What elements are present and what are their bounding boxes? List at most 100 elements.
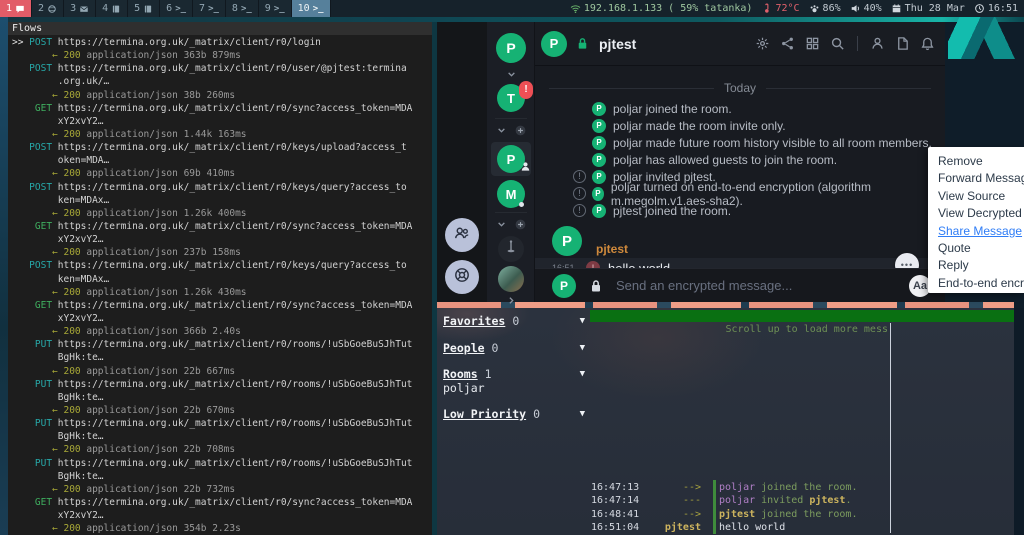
help-button[interactable] bbox=[445, 260, 479, 294]
collapse-triangle-icon: ▼ bbox=[580, 368, 585, 382]
room-avatar-t[interactable]: T ! bbox=[497, 84, 525, 112]
menu-item-forward-message[interactable]: Forward Message bbox=[938, 170, 1024, 187]
workspace-8[interactable]: 8>_ bbox=[226, 0, 259, 17]
flow-request[interactable]: GET https://termina.org.uk/_matrix/clien… bbox=[12, 496, 432, 509]
share-icon[interactable] bbox=[780, 36, 795, 51]
room-avatar-m[interactable]: M bbox=[497, 180, 525, 208]
event-list: Ppoljar joined the room.Ppoljar made the… bbox=[535, 100, 945, 219]
log-line: 16:47:14---poljar invited pjtest. bbox=[591, 494, 891, 507]
gear-icon[interactable] bbox=[755, 36, 770, 51]
user-avatar[interactable]: P bbox=[496, 33, 526, 63]
workspace-list: 123456>_7>_8>_9>_10>_ bbox=[0, 0, 331, 17]
room-avatar-mic[interactable] bbox=[498, 236, 524, 262]
buffer-section-header[interactable]: Rooms1▼ bbox=[443, 368, 585, 382]
workspace-10[interactable]: 10>_ bbox=[292, 0, 331, 17]
http-method: PUT bbox=[29, 339, 58, 350]
menu-item-end-to-end-encry[interactable]: End-to-end encry bbox=[938, 275, 1024, 292]
log-prefix: --> bbox=[645, 508, 701, 521]
sender-avatar[interactable]: P bbox=[552, 226, 582, 256]
flow-request[interactable]: POST https://termina.org.uk/_matrix/clie… bbox=[12, 141, 432, 154]
room-avatar[interactable]: P bbox=[541, 31, 567, 57]
flow-request[interactable]: >> POST https://termina.org.uk/_matrix/c… bbox=[12, 36, 432, 49]
flow-request[interactable]: POST https://termina.org.uk/_matrix/clie… bbox=[12, 181, 432, 194]
workspace-5[interactable]: 5 bbox=[128, 0, 160, 17]
request-url-continued: oken=MDA… bbox=[12, 155, 109, 166]
menu-item-view-decrypted-s[interactable]: View Decrypted S bbox=[938, 205, 1024, 222]
menu-item-share-message[interactable]: Share Message bbox=[938, 223, 1024, 240]
wallpaper-strip-left bbox=[0, 17, 8, 535]
composer-avatar: P bbox=[552, 274, 576, 298]
flow-request-wrap: .org.uk/… bbox=[12, 75, 432, 88]
menu-item-remove[interactable]: Remove bbox=[938, 153, 1024, 170]
buffer-section-title: Low Priority0 bbox=[443, 408, 540, 422]
http-method: GET bbox=[29, 300, 58, 311]
menu-item-quote[interactable]: Quote bbox=[938, 240, 1024, 257]
section-controls bbox=[487, 124, 535, 142]
workspace-1[interactable]: 1 bbox=[0, 0, 32, 17]
member-icon[interactable] bbox=[870, 36, 885, 51]
add-room-icon[interactable] bbox=[514, 218, 527, 236]
flow-response: ← 200 application/json 1.26k 400ms bbox=[12, 207, 432, 220]
people-button[interactable] bbox=[445, 218, 479, 252]
buffer-section-header[interactable]: Favorites0▼ bbox=[443, 315, 585, 329]
chevron-down-icon[interactable] bbox=[495, 124, 508, 142]
room-avatar-p-selected[interactable]: P bbox=[491, 142, 531, 176]
flow-request[interactable]: PUT https://termina.org.uk/_matrix/clien… bbox=[12, 457, 432, 470]
buffer-item[interactable]: poljar bbox=[443, 382, 585, 396]
response-meta: application/json 22b 708ms bbox=[81, 444, 235, 455]
workspace-4[interactable]: 4 bbox=[96, 0, 128, 17]
section-label: Low Priority bbox=[443, 407, 526, 421]
message-time: 16:51 bbox=[552, 263, 586, 268]
divider-line bbox=[766, 88, 931, 89]
flow-request[interactable]: GET https://termina.org.uk/_matrix/clien… bbox=[12, 299, 432, 312]
menu-item-view-source[interactable]: View Source bbox=[938, 188, 1024, 205]
request-url: https://termina.org.uk/_matrix/client/r0… bbox=[58, 379, 413, 390]
selection-marker bbox=[12, 379, 29, 390]
room-avatar-photo[interactable] bbox=[498, 266, 524, 292]
status-wifi: 192.168.1.133 ( 59% tatanka) bbox=[570, 3, 753, 14]
add-room-icon[interactable] bbox=[514, 124, 527, 142]
selection-marker bbox=[12, 63, 29, 74]
timeline-event: !Ppoljar turned on end-to-end encryption… bbox=[535, 185, 945, 202]
file-icon[interactable] bbox=[895, 36, 910, 51]
flow-request[interactable]: GET https://termina.org.uk/_matrix/clien… bbox=[12, 220, 432, 233]
grid-icon[interactable] bbox=[805, 36, 820, 51]
bell-icon[interactable] bbox=[920, 36, 935, 51]
menu-item-reply[interactable]: Reply bbox=[938, 257, 1024, 274]
workspace-2[interactable]: 2 bbox=[32, 0, 64, 17]
workspace-7[interactable]: 7>_ bbox=[193, 0, 226, 17]
flow-request[interactable]: GET https://termina.org.uk/_matrix/clien… bbox=[12, 102, 432, 115]
message-input[interactable]: Send an encrypted message... bbox=[616, 278, 792, 293]
status-calendar-text: Thu 28 Mar bbox=[905, 3, 965, 14]
selection-marker bbox=[12, 339, 29, 350]
search-icon[interactable] bbox=[830, 36, 845, 51]
workspace-6[interactable]: 6>_ bbox=[160, 0, 193, 17]
collapse-triangle-icon: ▼ bbox=[580, 408, 585, 422]
flow-request-wrap: xY2xvY2… bbox=[12, 115, 432, 128]
event-avatar: P bbox=[592, 170, 606, 184]
workspace-9[interactable]: 9>_ bbox=[259, 0, 292, 17]
workspace-number: 9 bbox=[265, 3, 271, 14]
response-meta: application/json 363b 879ms bbox=[81, 50, 241, 61]
http-method: GET bbox=[29, 103, 58, 114]
log-message: hello world bbox=[719, 521, 785, 534]
chevron-down-icon[interactable] bbox=[495, 218, 508, 236]
buffer-section-header[interactable]: Low Priority0 ▼ bbox=[443, 408, 585, 422]
message-row[interactable]: 16:51 ! hello world ••• bbox=[535, 258, 945, 268]
message-text: hello world bbox=[608, 261, 670, 269]
scroll-notice: Scroll up to load more mess bbox=[590, 324, 888, 335]
flow-request[interactable]: PUT https://termina.org.uk/_matrix/clien… bbox=[12, 417, 432, 430]
log-segment: invited bbox=[755, 495, 809, 506]
warning-icon: ! bbox=[573, 204, 586, 217]
buffer-section-header[interactable]: People0▼ bbox=[443, 342, 585, 356]
flow-request[interactable]: PUT https://termina.org.uk/_matrix/clien… bbox=[12, 378, 432, 391]
request-url: https://termina.org.uk/_matrix/client/r0… bbox=[58, 182, 407, 193]
flow-request[interactable]: POST https://termina.org.uk/_matrix/clie… bbox=[12, 62, 432, 75]
log-segment: . bbox=[845, 495, 851, 506]
workspace-3[interactable]: 3 bbox=[64, 0, 96, 17]
log-time: 16:47:13 bbox=[591, 481, 645, 494]
composer: P Send an encrypted message... Aa bbox=[535, 268, 945, 302]
flow-request[interactable]: PUT https://termina.org.uk/_matrix/clien… bbox=[12, 338, 432, 351]
flow-request[interactable]: POST https://termina.org.uk/_matrix/clie… bbox=[12, 259, 432, 272]
wallpaper-art bbox=[948, 17, 1024, 59]
